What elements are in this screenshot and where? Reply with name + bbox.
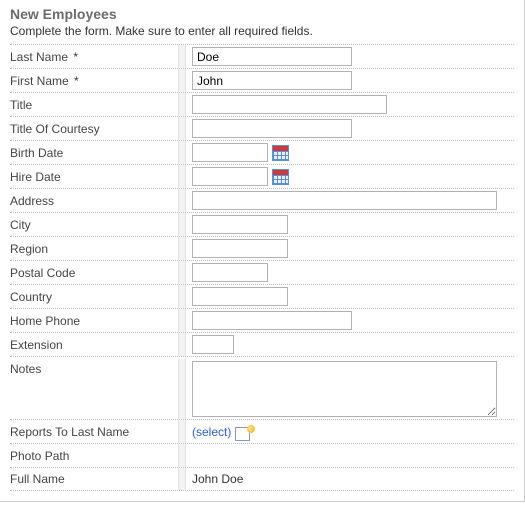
label-region: Region (10, 239, 178, 259)
label-reports-to: Reports To Last Name (10, 422, 178, 442)
row-title: Title (10, 92, 514, 116)
row-postal-code: Postal Code (10, 260, 514, 284)
row-title-courtesy: Title Of Courtesy (10, 116, 514, 140)
label-first-name: First Name * (10, 71, 178, 91)
column-divider (178, 45, 186, 68)
new-employee-form: New Employees Complete the form. Make su… (0, 0, 525, 502)
form-title: New Employees (10, 6, 514, 22)
row-birth-date: Birth Date (10, 140, 514, 164)
label-home-phone: Home Phone (10, 311, 178, 331)
city-input[interactable] (192, 215, 288, 234)
row-extension: Extension (10, 332, 514, 356)
title-courtesy-input[interactable] (192, 119, 352, 138)
lookup-icon[interactable] (235, 425, 255, 439)
country-input[interactable] (192, 287, 288, 306)
notes-textarea[interactable] (192, 361, 497, 417)
row-country: Country (10, 284, 514, 308)
row-photo-path: Photo Path (10, 443, 514, 467)
reports-to-select-link[interactable]: (select) (192, 425, 231, 439)
row-full-name: Full Name John Doe (10, 467, 514, 491)
label-country: Country (10, 287, 178, 307)
first-name-input[interactable] (192, 71, 352, 90)
label-address: Address (10, 191, 178, 211)
last-name-input[interactable] (192, 47, 352, 66)
label-extension: Extension (10, 335, 178, 355)
row-address: Address (10, 188, 514, 212)
label-title-courtesy: Title Of Courtesy (10, 119, 178, 139)
hire-date-input[interactable] (192, 167, 268, 186)
label-postal-code: Postal Code (10, 263, 178, 283)
row-reports-to: Reports To Last Name (select) (10, 419, 514, 443)
title-input[interactable] (192, 95, 387, 114)
label-photo-path: Photo Path (10, 446, 178, 466)
form-instruction: Complete the form. Make sure to enter al… (10, 24, 514, 38)
label-full-name: Full Name (10, 469, 178, 489)
label-last-name: Last Name * (10, 47, 178, 67)
row-last-name: Last Name * (10, 44, 514, 68)
row-first-name: First Name * (10, 68, 514, 92)
birth-date-input[interactable] (192, 143, 268, 162)
label-hire-date: Hire Date (10, 167, 178, 187)
extension-input[interactable] (192, 335, 234, 354)
region-input[interactable] (192, 239, 288, 258)
row-home-phone: Home Phone (10, 308, 514, 332)
address-input[interactable] (192, 191, 497, 210)
label-notes: Notes (10, 359, 178, 379)
label-title: Title (10, 95, 178, 115)
required-mark: * (73, 50, 78, 64)
required-mark: * (74, 74, 79, 88)
row-city: City (10, 212, 514, 236)
postal-code-input[interactable] (192, 263, 268, 282)
row-region: Region (10, 236, 514, 260)
home-phone-input[interactable] (192, 311, 352, 330)
row-notes: Notes (10, 356, 514, 419)
label-city: City (10, 215, 178, 235)
calendar-icon[interactable] (272, 169, 289, 185)
row-hire-date: Hire Date (10, 164, 514, 188)
label-birth-date: Birth Date (10, 143, 178, 163)
full-name-value: John Doe (192, 472, 243, 486)
calendar-icon[interactable] (272, 145, 289, 161)
